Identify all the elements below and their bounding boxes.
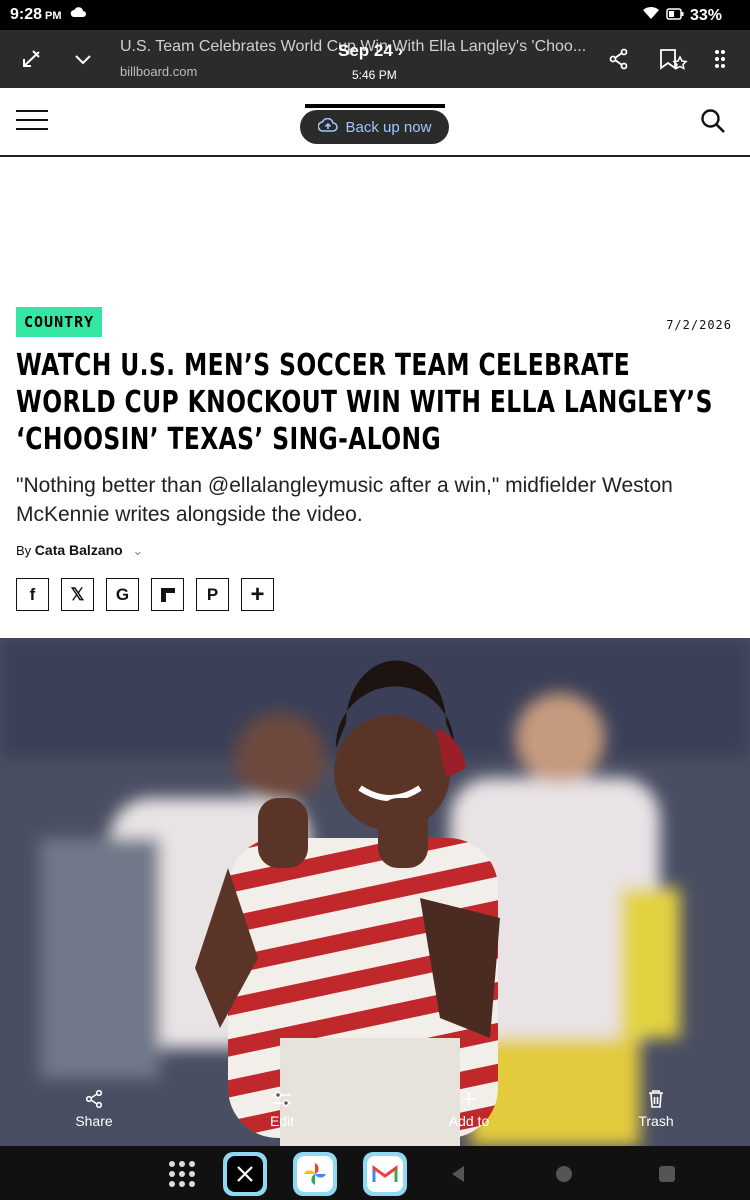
add-to-action-label: Add to — [448, 1113, 490, 1129]
gmail-app-icon[interactable] — [363, 1152, 407, 1196]
status-bar: 9:28 PM 33% — [0, 0, 750, 30]
share-icon — [72, 1085, 116, 1113]
edit-action-label: Edit — [269, 1113, 295, 1129]
wifi-icon — [642, 6, 660, 25]
back-up-now-label: Back up now — [345, 118, 432, 136]
battery-percent: 33% — [689, 6, 722, 24]
trash-action-label: Trash — [638, 1113, 674, 1129]
site-header: Back up now — [0, 88, 750, 157]
facebook-icon: f — [29, 584, 36, 604]
plus-icon — [444, 1085, 494, 1113]
pinterest-icon: P — [206, 584, 219, 604]
recents-nav-icon[interactable] — [645, 1152, 689, 1196]
more-options-icon[interactable] — [703, 42, 737, 76]
app-drawer-icon[interactable] — [160, 1152, 204, 1196]
back-up-now-button[interactable]: Back up now — [300, 110, 449, 144]
hamburger-menu-icon[interactable] — [16, 110, 48, 132]
flipboard-share-button[interactable] — [151, 578, 184, 611]
author-name[interactable]: Cata Balzano — [35, 542, 123, 558]
flipboard-icon — [160, 587, 175, 602]
share-action-button[interactable]: Share — [72, 1085, 116, 1129]
plus-icon: + — [250, 580, 265, 608]
chevron-down-icon[interactable] — [66, 42, 100, 76]
bookmark-star-icon[interactable] — [656, 42, 690, 76]
share-buttons: f 𝕏 G P + — [16, 578, 274, 611]
x-share-button[interactable]: 𝕏 — [61, 578, 94, 611]
status-time: 9:28 PM — [10, 6, 62, 23]
article-headline: WATCH U.S. MEN’S SOCCER TEAM CELEBRATE W… — [16, 348, 713, 457]
pinterest-share-button[interactable]: P — [196, 578, 229, 611]
overlay-time: 5:46 PM — [352, 68, 397, 82]
chevron-down-icon[interactable]: ⌄ — [132, 543, 143, 558]
article-dek: "Nothing better than @ellalangleymusic a… — [16, 474, 673, 526]
add-to-action-button[interactable]: Add to — [444, 1085, 494, 1129]
share-icon[interactable] — [602, 42, 636, 76]
home-nav-icon[interactable] — [542, 1152, 586, 1196]
cloud-upload-icon — [317, 117, 338, 136]
back-nav-icon[interactable] — [436, 1152, 480, 1196]
system-nav-bar — [0, 1146, 750, 1200]
photo-action-bar: Share Edit Add to Trash — [0, 1085, 750, 1145]
page-url: billboard.com — [120, 64, 198, 79]
edit-action-button[interactable]: Edit — [262, 1085, 302, 1129]
back-icon[interactable] — [14, 42, 48, 76]
overlay-date[interactable]: Sep 24 › — [338, 41, 403, 61]
search-icon[interactable] — [700, 108, 726, 139]
photos-app-icon[interactable] — [293, 1152, 337, 1196]
soccer-player-photo — [0, 638, 750, 1146]
publish-date: 7/2/2026 — [666, 318, 732, 332]
more-share-button[interactable]: + — [241, 578, 274, 611]
x-app-icon[interactable] — [223, 1152, 267, 1196]
byline: By Cata Balzano ⌄ — [16, 542, 143, 559]
browser-toolbar: U.S. Team Celebrates World Cup Win With … — [0, 30, 750, 88]
google-icon: G — [115, 584, 130, 604]
trash-action-button[interactable]: Trash — [634, 1085, 678, 1129]
trash-icon — [634, 1085, 678, 1113]
share-action-label: Share — [75, 1113, 113, 1129]
google-share-button[interactable]: G — [106, 578, 139, 611]
article-photo[interactable]: Share Edit Add to Trash — [0, 638, 750, 1146]
cloud-icon — [70, 5, 86, 23]
battery-icon — [666, 7, 684, 25]
facebook-share-button[interactable]: f — [16, 578, 49, 611]
by-label: By — [16, 543, 32, 558]
sliders-icon — [262, 1085, 302, 1113]
category-badge[interactable]: COUNTRY — [16, 307, 103, 337]
x-icon: 𝕏 — [70, 584, 85, 604]
